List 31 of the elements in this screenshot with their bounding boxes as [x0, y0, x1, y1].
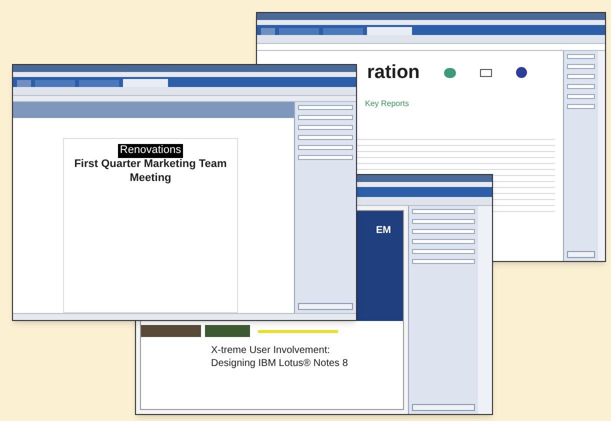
- document-title: Meeting: [130, 172, 172, 186]
- panel-button[interactable]: [412, 404, 475, 411]
- photo-placeholder: [205, 325, 250, 337]
- input-field[interactable]: [412, 259, 475, 264]
- input-field[interactable]: [412, 219, 475, 224]
- input-field[interactable]: [412, 239, 475, 244]
- input-field[interactable]: [412, 249, 475, 254]
- input-field[interactable]: [298, 115, 353, 120]
- sheet-subheading: Key Reports: [365, 98, 410, 110]
- input-field[interactable]: [298, 145, 353, 150]
- input-field[interactable]: [298, 105, 353, 110]
- sheet-heading: ration: [367, 63, 420, 82]
- input-field[interactable]: [298, 155, 353, 160]
- panel-button[interactable]: [298, 303, 353, 310]
- slide-logo: EM: [376, 224, 391, 238]
- input-field[interactable]: [412, 209, 475, 214]
- input-field[interactable]: [567, 64, 596, 69]
- input-field[interactable]: [567, 84, 596, 89]
- photo-placeholder: [141, 325, 201, 337]
- input-field[interactable]: [298, 125, 353, 130]
- input-field[interactable]: [567, 54, 596, 59]
- input-field[interactable]: [567, 74, 596, 79]
- input-field[interactable]: [412, 229, 475, 234]
- input-field[interactable]: [567, 94, 596, 99]
- slide-title: Designing IBM Lotus® Notes 8: [211, 358, 349, 370]
- input-field[interactable]: [567, 104, 596, 109]
- input-field[interactable]: [298, 135, 353, 140]
- slide-title: X-treme User Involvement:: [211, 345, 331, 358]
- document-title: First Quarter Marketing Team: [74, 158, 227, 172]
- panel-button[interactable]: [567, 251, 596, 258]
- highlighted-text: Renovations: [118, 144, 184, 158]
